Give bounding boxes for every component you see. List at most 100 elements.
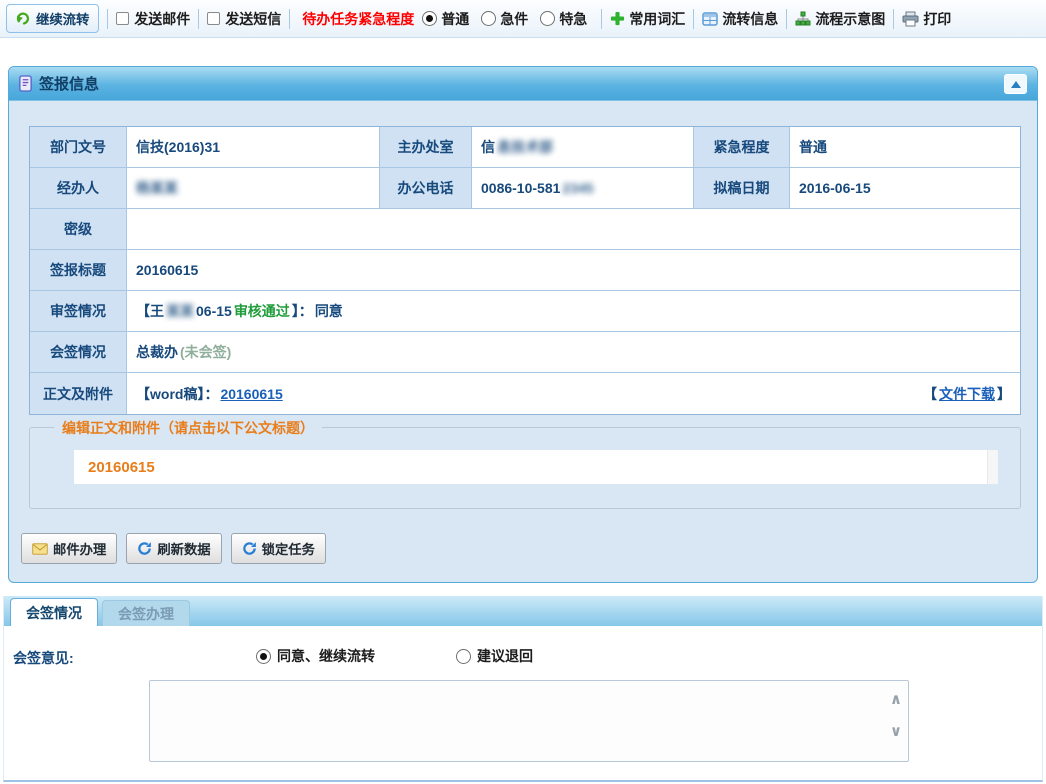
urgency-radio-urgent[interactable]: 急件: [481, 9, 528, 29]
printer-icon: [902, 11, 919, 27]
send-sms-checkbox[interactable]: 发送短信: [207, 9, 281, 29]
host-office-visible: 信: [481, 137, 495, 157]
radio-icon: [481, 11, 496, 26]
countersign-tabbar: 会签情况 会签办理: [4, 596, 1042, 626]
toolbar-separator: [107, 9, 108, 29]
phone-redacted: 2345: [562, 180, 593, 196]
urgency-value: 普通: [790, 127, 1020, 167]
urgency-radio-normal[interactable]: 普通: [422, 9, 469, 29]
flow-diagram-button[interactable]: 流程示意图: [795, 9, 885, 29]
dept-no-value: 信技(2016)31: [127, 127, 380, 167]
form-row: 签报标题 20160615: [30, 250, 1020, 291]
print-button[interactable]: 打印: [902, 9, 951, 29]
countersign-note: (未会签): [180, 342, 231, 362]
urgency-extra-urgent-label: 特急: [559, 9, 587, 29]
review-bracket: 】：: [292, 301, 313, 321]
tab-countersign-handle-label: 会签办理: [118, 604, 174, 624]
form-row: 部门文号 信技(2016)31 主办处室 信 息技术部 紧急程度 普通: [30, 127, 1020, 168]
countersign-status-value: 总裁办 (未会签): [127, 332, 1020, 372]
attachment-value: 【word稿】： 20160615 【 文件下载 】: [127, 373, 1020, 414]
document-title-row[interactable]: 20160615: [74, 450, 998, 484]
attachment-doc-link[interactable]: 20160615: [220, 386, 282, 402]
toolbar-separator: [289, 9, 290, 29]
download-bracket-close: 】: [997, 384, 1011, 404]
panel-title: 签报信息: [39, 73, 99, 94]
download-bracket-open: 【: [923, 384, 937, 404]
continue-flow-arrow-icon: [16, 11, 31, 26]
action-buttons-row: 邮件办理 刷新数据 锁定任务: [21, 533, 326, 564]
chevron-up-icon: [1011, 81, 1021, 88]
email-handle-button[interactable]: 邮件办理: [21, 533, 117, 564]
flow-info-label: 流转信息: [722, 9, 778, 29]
radio-icon: [456, 649, 471, 664]
opinion-radio-agree[interactable]: 同意、继续流转: [256, 646, 375, 666]
review-result: 同意: [315, 301, 343, 321]
countersign-dept: 总裁办: [136, 342, 178, 362]
review-prefix: 【王: [136, 301, 164, 321]
tab-countersign-handle[interactable]: 会签办理: [102, 600, 190, 626]
org-chart-icon: [795, 11, 811, 26]
opinion-return-label: 建议退回: [477, 646, 533, 666]
countersign-panel: 会签情况 会签办理 会签意见: 同意、继续流转 建议退回 ∧ ∨: [3, 596, 1043, 782]
attachment-left: 【word稿】： 20160615: [136, 384, 283, 404]
checkbox-icon: [116, 12, 129, 25]
send-email-checkbox[interactable]: 发送邮件: [116, 9, 190, 29]
continue-flow-button[interactable]: 继续流转: [6, 4, 99, 33]
refresh-icon: [242, 541, 257, 556]
countersign-comment-textarea[interactable]: [149, 680, 909, 762]
host-office-value: 信 息技术部: [472, 127, 694, 167]
urgency-level-label: 待办任务紧急程度: [302, 9, 414, 29]
sign-report-panel: 签报信息 部门文号 信技(2016)31 主办处室 信 息技术部 紧急程度 普通…: [8, 66, 1038, 583]
lock-task-label: 锁定任务: [262, 539, 315, 558]
form-row: 审签情况 【王 某某 06-15 审核通过 】： 同意: [30, 291, 1020, 332]
report-title-label: 签报标题: [30, 250, 127, 290]
draft-date-label: 拟稿日期: [694, 168, 790, 208]
radio-selected-icon: [422, 11, 437, 26]
urgency-radio-extra-urgent[interactable]: 特急: [540, 9, 587, 29]
handler-value: 杨某某: [127, 168, 380, 208]
panel-header: 签报信息: [9, 67, 1037, 101]
refresh-data-button[interactable]: 刷新数据: [126, 533, 221, 564]
textarea-scrollbar[interactable]: ∧ ∨: [890, 692, 902, 739]
email-handle-label: 邮件办理: [53, 539, 106, 558]
file-download-link[interactable]: 文件下载: [939, 384, 995, 404]
refresh-icon: [137, 541, 152, 556]
lock-task-button[interactable]: 锁定任务: [231, 533, 326, 564]
attachment-prefix: 【word稿】：: [136, 384, 218, 404]
table-grid-icon: [702, 12, 718, 26]
document-icon: [18, 75, 33, 92]
scroll-down-icon[interactable]: ∨: [890, 724, 902, 739]
top-toolbar: 继续流转 发送邮件 发送短信 待办任务紧急程度 普通 急件 特急: [0, 0, 1046, 38]
host-office-label: 主办处室: [380, 127, 472, 167]
review-status-label: 审签情况: [30, 291, 127, 331]
flow-info-button[interactable]: 流转信息: [702, 9, 778, 29]
plus-icon: [610, 11, 625, 26]
opinion-agree-label: 同意、继续流转: [277, 646, 375, 666]
scroll-up-icon[interactable]: ∧: [890, 692, 902, 707]
comment-area-wrap: ∧ ∨: [149, 680, 909, 762]
toolbar-separator: [693, 9, 694, 29]
refresh-data-label: 刷新数据: [157, 539, 210, 558]
envelope-icon: [32, 543, 48, 555]
file-download[interactable]: 【 文件下载 】: [923, 384, 1011, 404]
checkbox-icon: [207, 12, 220, 25]
common-words-button[interactable]: 常用词汇: [610, 9, 685, 29]
radio-icon: [540, 11, 555, 26]
secrecy-label: 密级: [30, 209, 127, 249]
urgency-label: 紧急程度: [694, 127, 790, 167]
dept-no-label: 部门文号: [30, 127, 127, 167]
toolbar-separator: [786, 9, 787, 29]
attachment-label: 正文及附件: [30, 373, 127, 414]
review-status-value: 【王 某某 06-15 审核通过 】： 同意: [127, 291, 1020, 331]
countersign-status-label: 会签情况: [30, 332, 127, 372]
opinion-radio-return[interactable]: 建议退回: [456, 646, 533, 666]
toolbar-separator: [198, 9, 199, 29]
review-redacted: 某某: [166, 301, 194, 321]
collapse-panel-button[interactable]: [1004, 74, 1027, 94]
phone-visible: 0086-10-581: [481, 180, 560, 196]
handler-label: 经办人: [30, 168, 127, 208]
tab-countersign-status[interactable]: 会签情况: [10, 598, 98, 626]
document-title[interactable]: 20160615: [88, 459, 155, 476]
office-phone-value: 0086-10-581 2345: [472, 168, 694, 208]
workflow-screen: 继续流转 发送邮件 发送短信 待办任务紧急程度 普通 急件 特急: [0, 0, 1046, 784]
